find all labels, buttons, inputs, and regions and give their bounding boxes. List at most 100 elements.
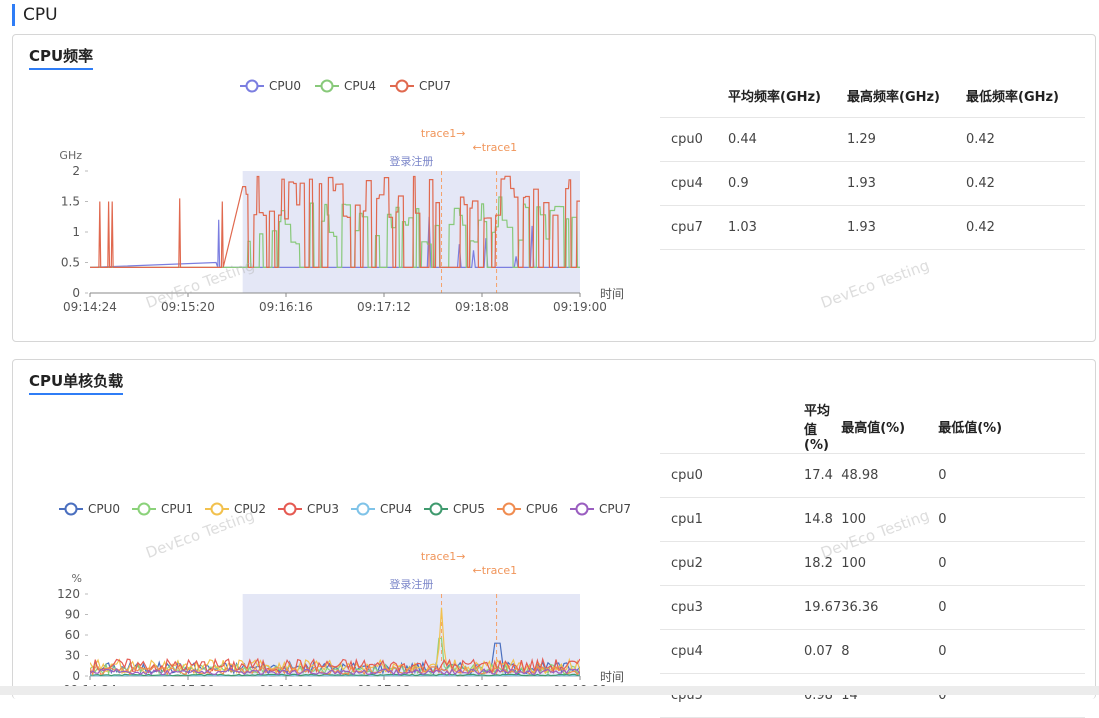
table-cell: cpu3 (660, 585, 728, 630)
table-row: cpu7 1.03 1.93 0.42 (660, 205, 1085, 250)
trace-marker-label: trace1→ (421, 127, 466, 140)
legend-marker (137, 502, 151, 516)
legend-marker (395, 79, 409, 93)
cpu-frequency-table: 平均频率(GHz) 最高频率(GHz) 最低频率(GHz) cpu0 0.44 … (660, 75, 1085, 250)
y-tick-label: 0.5 (61, 256, 80, 270)
table-cell: 0.42 (966, 117, 1085, 162)
table-cell: cpu4 (660, 629, 728, 674)
table-cell: cpu2 (660, 541, 728, 586)
legend-item-cpu6: CPU6 (497, 502, 558, 516)
legend-label: CPU7 (599, 502, 631, 516)
table-cell: 0.07 (728, 629, 842, 674)
y-tick-label: 60 (65, 628, 80, 642)
table-cell: 100 (841, 497, 939, 542)
table-row: cpu0 17.4 48.98 0 (660, 453, 1085, 498)
legend-label: CPU5 (453, 502, 485, 516)
table-cell: 0 (938, 585, 1085, 630)
table-cell: 1.93 (847, 205, 966, 250)
y-axis-label: GHz (59, 149, 82, 162)
table-cell: 48.98 (841, 453, 939, 498)
x-tick-label: 09:18:08 (455, 300, 509, 314)
x-axis-label: 时间 (600, 287, 624, 301)
legend-marker (320, 79, 334, 93)
y-tick-label: 30 (65, 649, 80, 663)
legend-label: CPU4 (380, 502, 412, 516)
cpu-core-load-card: CPU单核负载 登录注册trace1→←trace10306090120%09:… (12, 359, 1096, 718)
legend-marker (575, 502, 589, 516)
table-cell: 0 (938, 541, 1085, 586)
table-cell: 36.36 (841, 585, 939, 630)
table-row: cpu5 0.98 14 0 (660, 673, 1085, 718)
table-row: cpu1 14.8 100 0 (660, 497, 1085, 542)
page-title: CPU (12, 4, 58, 26)
table-cell: cpu1 (660, 497, 728, 542)
trace-marker-label: trace1→ (421, 550, 466, 563)
table-row: cpu4 0.9 1.93 0.42 (660, 161, 1085, 206)
table-cell: 1.03 (728, 205, 847, 250)
legend-marker (245, 79, 259, 93)
x-tick-label: 09:14:24 (63, 300, 117, 314)
table-cell: 17.4 (728, 453, 842, 498)
legend-item-cpu3: CPU3 (278, 502, 339, 516)
table-cell: 14.8 (728, 497, 842, 542)
legend-marker (283, 502, 297, 516)
legend-marker (64, 502, 78, 516)
highlight-region-label: 登录注册 (389, 577, 433, 591)
legend-item-cpu7: CPU7 (390, 79, 451, 93)
table-cell: 0.42 (966, 161, 1085, 206)
table-cell: 0 (938, 629, 1085, 674)
x-tick-label: 09:17:12 (357, 300, 411, 314)
legend-label: CPU1 (161, 502, 193, 516)
y-tick-label: 120 (57, 587, 80, 601)
table-header-cell (660, 75, 728, 118)
table-cell: 0.42 (966, 205, 1085, 250)
legend-marker (429, 502, 443, 516)
horizontal-scrollbar[interactable] (0, 686, 1099, 695)
table-header-row: 平均频率(GHz) 最高频率(GHz) 最低频率(GHz) (660, 75, 1085, 118)
legend-item-cpu4: CPU4 (315, 79, 376, 93)
table-cell: cpu5 (660, 673, 728, 718)
table-header-cell (660, 400, 728, 454)
table-cell: 0 (938, 497, 1085, 542)
legend-label: CPU0 (269, 79, 301, 93)
legend-label: CPU0 (88, 502, 120, 516)
table-header-cell: 最低值(%) (938, 400, 1085, 454)
cpu-frequency-chart: 登录注册 trace1→ ←trace1 0 0.5 1 1.5 2 GHz 09:14:24 09… (59, 79, 624, 314)
table-header-cell: 最高频率(GHz) (847, 75, 966, 118)
table-cell: 1.93 (847, 161, 966, 206)
table-row: cpu3 19.67 36.36 0 (660, 585, 1085, 630)
table-cell: 19.67 (728, 585, 842, 630)
y-tick-label: 90 (65, 608, 80, 622)
legend-label: CPU6 (526, 502, 558, 516)
table-header-cell: 最高值(%) (841, 400, 939, 454)
y-tick-label: 2 (72, 164, 80, 178)
table-cell: 8 (841, 629, 939, 674)
legend-marker (356, 502, 370, 516)
trace-marker-label: ←trace1 (473, 141, 518, 154)
legend-marker (210, 502, 224, 516)
highlight-region-label: 登录注册 (389, 154, 433, 168)
trace-marker-label: ←trace1 (473, 564, 518, 577)
y-tick-label: 0 (72, 669, 80, 683)
legend-marker (502, 502, 516, 516)
legend-item-cpu5: CPU5 (424, 502, 485, 516)
y-axis-label: % (72, 572, 82, 585)
cpu-frequency-card: CPU频率 登录注册 trace1→ ←trace1 0 0.5 1 1.5 2 GHz 09:1… (12, 34, 1096, 342)
table-cell: cpu0 (660, 117, 728, 162)
legend-item-cpu1: CPU1 (132, 502, 193, 516)
legend-item-cpu0: CPU0 (240, 79, 301, 93)
table-cell: 18.2 (728, 541, 842, 586)
legend-item-cpu4: CPU4 (351, 502, 412, 516)
table-header-cell: 平均值(%) (728, 400, 842, 454)
table-header-cell: 最低频率(GHz) (966, 75, 1085, 118)
table-header-row: 平均值(%) 最高值(%) 最低值(%) (660, 400, 1085, 454)
legend-label: CPU3 (307, 502, 339, 516)
table-cell: 0.44 (728, 117, 847, 162)
table-cell: 0 (938, 453, 1085, 498)
table-row: cpu4 0.07 8 0 (660, 629, 1085, 674)
table-cell: cpu0 (660, 453, 728, 498)
legend-item-cpu0: CPU0 (59, 502, 120, 516)
x-tick-label: 09:16:16 (259, 300, 313, 314)
table-cell: cpu4 (660, 161, 728, 206)
legend-label: CPU4 (344, 79, 376, 93)
